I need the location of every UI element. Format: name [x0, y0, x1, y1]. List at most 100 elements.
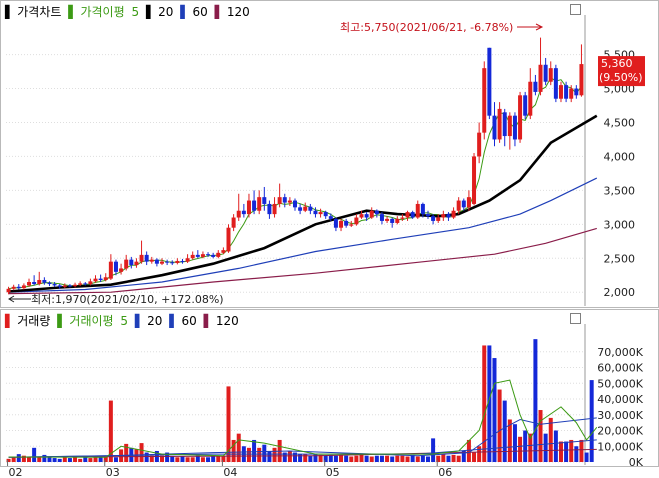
volume-bar [113, 457, 118, 462]
candle-body [88, 281, 93, 285]
candle-body [574, 88, 579, 96]
candle-body [512, 115, 517, 140]
price-y-tick-label: 3,500 [604, 184, 636, 197]
price-y-tick-label: 3,000 [604, 218, 636, 231]
volume-bar [175, 457, 180, 462]
date-tick-label: 02 [9, 466, 23, 478]
volume-bar [339, 454, 344, 462]
candle-body [374, 210, 379, 215]
volume-bar [328, 454, 333, 462]
volume-bar [420, 455, 425, 462]
volume-bar [257, 447, 262, 462]
candle-body [313, 210, 318, 215]
date-tick-label: 06 [438, 466, 452, 478]
candle-body [200, 254, 205, 257]
volume-bar [558, 441, 563, 462]
price-ma60-line [8, 177, 598, 293]
volume-bar [32, 447, 37, 462]
candle-body [415, 203, 420, 218]
candle-body [431, 216, 436, 221]
volume-bar [425, 456, 430, 462]
volume-bar [267, 450, 272, 462]
candle-body [226, 227, 231, 252]
candle-body [579, 64, 584, 96]
candle-body [333, 218, 338, 228]
volume-y-tick-label: 50,000K [597, 377, 643, 390]
candle-body [482, 68, 487, 133]
volume-bar [27, 457, 32, 462]
volume-bar [574, 446, 579, 462]
volume-bar [400, 455, 405, 462]
date-tick-label: 05 [326, 466, 340, 478]
volume-bar [16, 454, 21, 462]
candle-body [400, 217, 405, 219]
volume-bar [533, 339, 538, 462]
low-annotation-label: 최저:1,970(2021/02/10, +172.08%) [31, 293, 224, 306]
volume-bar [492, 358, 497, 462]
current-change-label: (9.50%) [599, 71, 643, 84]
candle-body [262, 197, 267, 204]
candle-body [405, 212, 410, 218]
volume-bar [359, 454, 364, 462]
candle-body [52, 284, 57, 286]
volume-bar [83, 457, 88, 462]
candle-body [518, 95, 523, 140]
candle-body [206, 254, 211, 256]
volume-y-tick-label: 40,000K [597, 393, 643, 406]
volume-y-tick-label: 10,000K [597, 440, 643, 453]
high-annotation-label: 최고:5,750(2021/06/21, -6.78%) [340, 21, 513, 34]
volume-bar [472, 452, 477, 462]
candle-body [328, 216, 333, 219]
candle-body [298, 207, 303, 211]
volume-bar [6, 458, 11, 462]
candle-body [472, 156, 477, 204]
volume-bar [548, 417, 553, 462]
candle-body [390, 218, 395, 223]
volume-y-tick-label: 20,000K [597, 425, 643, 438]
volume-chart-panel: ▌ 거래량 ▌ 거래이평 5 ▌ 20 ▌ 60 ▌ 120 0K 10,000K 20,00… [0, 309, 659, 467]
volume-bar [78, 458, 83, 462]
candle-body [62, 285, 67, 287]
candle-body [103, 277, 108, 280]
volume-bar [272, 447, 277, 462]
volume-bar [374, 455, 379, 462]
volume-bar [446, 455, 451, 462]
candle-body [83, 283, 88, 285]
volume-chart-svg: 0K 10,000K 20,000K 30,000K 40,000K 50,000K 60,… [6, 324, 644, 466]
candle-body [257, 197, 262, 211]
volume-y-tick-label: 70,000K [597, 346, 643, 359]
candle-body [108, 261, 113, 279]
candle-body [11, 286, 16, 289]
volume-bar [308, 455, 313, 462]
volume-bar [42, 454, 47, 462]
candle-body [195, 254, 200, 257]
candle-body [231, 217, 236, 228]
volume-bar [185, 457, 190, 462]
candle-body [287, 200, 292, 203]
candle-body [533, 81, 538, 92]
candle-body [113, 261, 118, 272]
date-tick-label: 04 [223, 466, 237, 478]
candle-body [241, 210, 246, 215]
price-y-tick-label: 4,500 [604, 116, 636, 129]
volume-bar [211, 456, 216, 462]
candle-body [139, 254, 144, 262]
price-y-tick-label: 4,000 [604, 150, 636, 163]
candle-body [538, 64, 543, 92]
volume-bar [200, 457, 205, 462]
candle-body [364, 214, 369, 218]
candle-body [246, 200, 251, 215]
volume-bar [57, 458, 62, 462]
candle-body [144, 254, 149, 262]
candle-body [369, 210, 374, 218]
volume-bar [139, 443, 144, 462]
price-y-tick-label: 2,000 [604, 286, 636, 299]
candle-body [553, 68, 558, 99]
candle-body [420, 203, 425, 215]
candle-body [221, 250, 226, 253]
volume-bar [364, 455, 369, 462]
candle-body [129, 259, 134, 266]
volume-bar [333, 455, 338, 462]
candle-body [42, 279, 47, 283]
candle-body [124, 259, 129, 269]
